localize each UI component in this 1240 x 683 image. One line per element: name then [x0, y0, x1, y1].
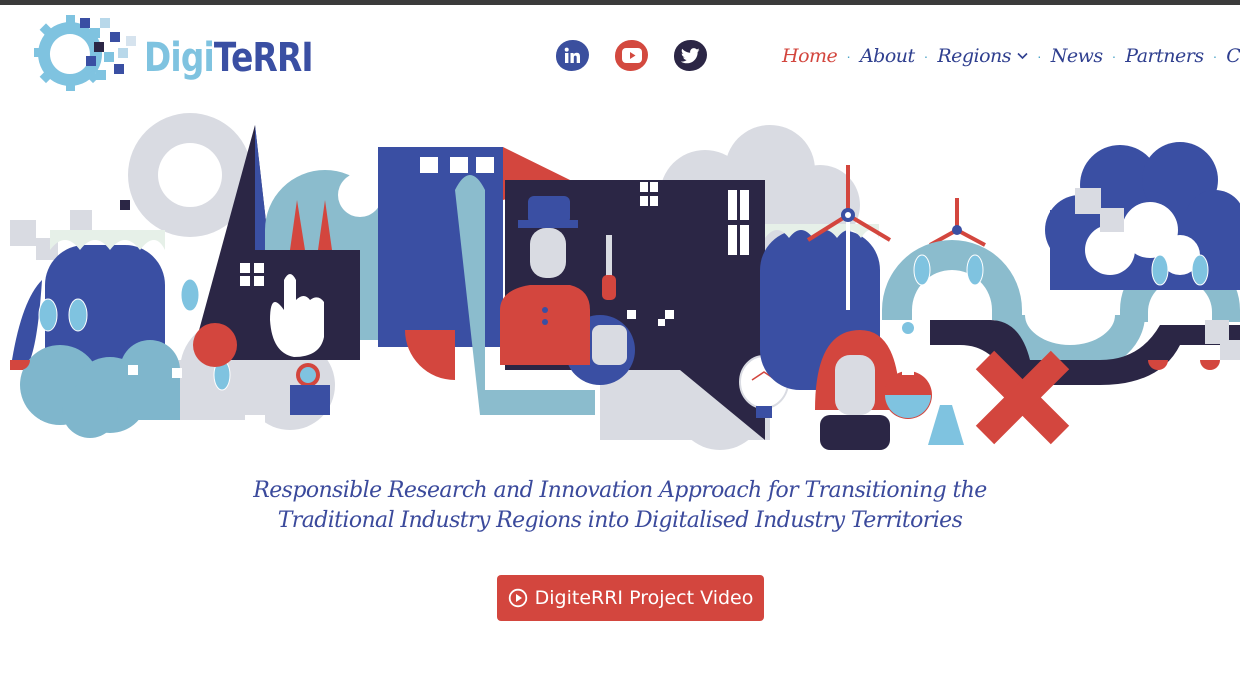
project-video-button[interactable]: DigiteRRI Project Video — [497, 575, 764, 621]
youtube-button[interactable] — [615, 40, 648, 71]
nav-partners[interactable]: Partners — [1125, 45, 1204, 67]
youtube-icon — [621, 48, 642, 63]
nav-separator: · — [846, 48, 851, 64]
gear-pixel-logo-icon — [34, 15, 136, 91]
twitter-icon — [681, 47, 700, 63]
nav-home-label: Home — [782, 45, 838, 67]
nav-separator: · — [1111, 48, 1117, 64]
tagline-line1: Responsible Research and Innovation Appr… — [253, 478, 987, 503]
nav-contact[interactable]: Contact — [1226, 45, 1240, 67]
chevron-down-icon — [1017, 52, 1028, 60]
linkedin-button[interactable] — [556, 40, 589, 71]
nav-regions[interactable]: Regions — [937, 45, 1028, 67]
twitter-button[interactable] — [674, 40, 707, 71]
nav-contact-label: Contact — [1226, 45, 1240, 67]
logo-text-part1: Digi — [144, 35, 215, 81]
nav-regions-label: Regions — [937, 45, 1012, 67]
nav-home[interactable]: Home — [782, 45, 838, 67]
linkedin-icon — [564, 47, 580, 63]
tagline-line2: Traditional Industry Regions into Digita… — [277, 508, 963, 533]
nav-separator: · — [923, 48, 929, 64]
nav-about-label: About — [859, 45, 915, 67]
site-logo[interactable]: DigiTeRRI — [30, 12, 314, 100]
hero-illustration — [10, 113, 1240, 450]
main-navigation: Home · About · Regions · News · Partners… — [782, 40, 1240, 72]
nav-separator: · — [1212, 48, 1218, 64]
logo-wordmark: DigiTeRRI — [144, 35, 314, 81]
nav-news-label: News — [1050, 45, 1103, 67]
project-video-label: DigiteRRI Project Video — [534, 587, 754, 609]
top-bar — [0, 0, 1240, 5]
logo-text-part2: TeRRI — [213, 35, 314, 81]
nav-about[interactable]: About — [860, 45, 915, 67]
hero-tagline: Responsible Research and Innovation Appr… — [0, 476, 1240, 536]
nav-news[interactable]: News — [1051, 45, 1103, 67]
social-links — [556, 40, 707, 71]
nav-partners-label: Partners — [1125, 45, 1204, 67]
play-circle-icon — [508, 588, 528, 608]
nav-separator: · — [1037, 48, 1042, 64]
